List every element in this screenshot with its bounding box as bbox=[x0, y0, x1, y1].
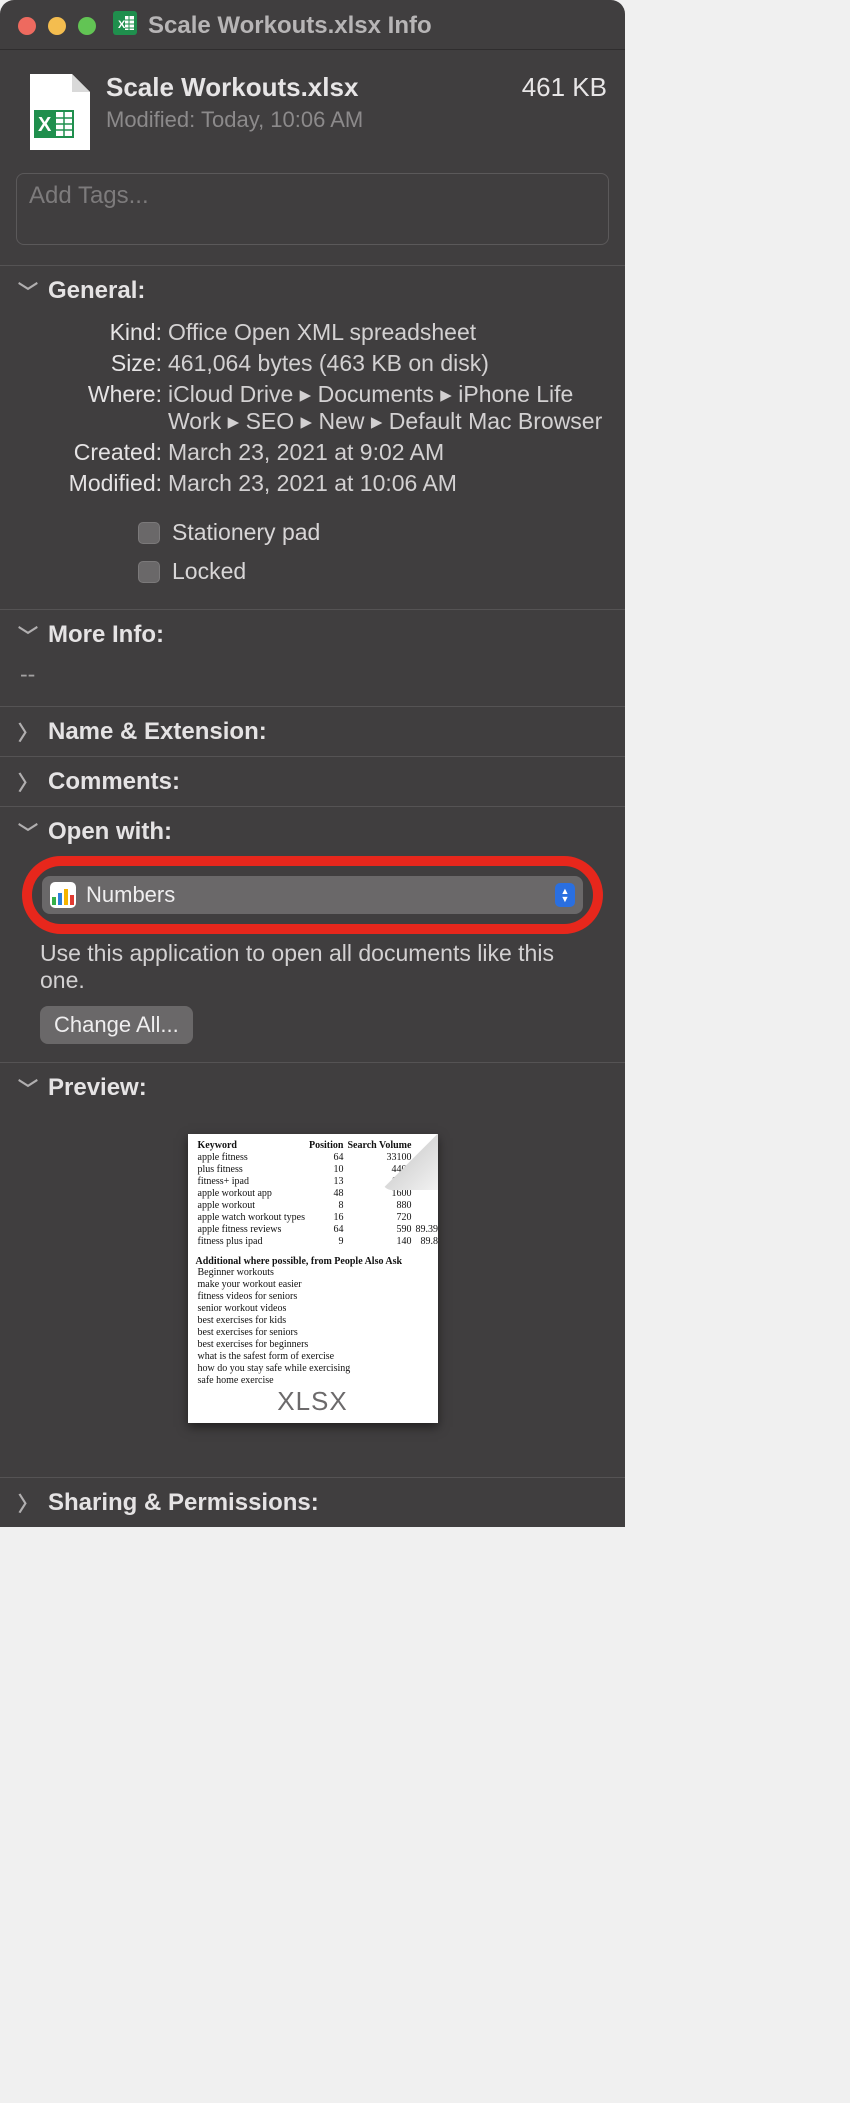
annotation-highlight: Numbers ▲▼ bbox=[22, 856, 603, 934]
minimize-window-button[interactable] bbox=[48, 17, 66, 35]
page-fold-icon bbox=[382, 1134, 438, 1190]
section-open-with: ﹀ Open with: Numbers ▲▼ Use this applica… bbox=[0, 806, 625, 1062]
locked-checkbox[interactable] bbox=[138, 561, 160, 583]
file-type-icon: X bbox=[28, 72, 92, 157]
section-more-info: ﹀ More Info: -- bbox=[0, 609, 625, 706]
section-sharing-permissions-title: Sharing & Permissions: bbox=[48, 1489, 319, 1517]
chevron-right-icon: 〉 bbox=[18, 717, 36, 746]
preview-col-position: Position bbox=[307, 1140, 345, 1152]
preview-row: make your workout easier bbox=[196, 1279, 430, 1291]
preview-row: Beginner workouts bbox=[196, 1267, 430, 1279]
section-general-title: General: bbox=[48, 277, 145, 305]
kind-label: Kind: bbox=[18, 319, 168, 346]
chevron-down-icon: ﹀ bbox=[18, 1073, 36, 1102]
preview-row: best exercises for beginners bbox=[196, 1339, 430, 1351]
preview-row: senior workout videos bbox=[196, 1303, 430, 1315]
section-open-with-title: Open with: bbox=[48, 818, 172, 846]
preview-row: fitness videos for seniors bbox=[196, 1291, 430, 1303]
section-comments-title: Comments: bbox=[48, 768, 180, 796]
preview-section2-title: Additional where possible, from People A… bbox=[196, 1248, 430, 1267]
preview-thumbnail: Keyword Position Search Volume apple fit… bbox=[188, 1134, 438, 1423]
where-label: Where: bbox=[18, 381, 168, 435]
preview-row: apple workout8880 bbox=[196, 1200, 440, 1212]
stationery-pad-checkbox[interactable] bbox=[138, 522, 160, 544]
change-all-button[interactable]: Change All... bbox=[40, 1006, 193, 1044]
chevron-down-icon: ﹀ bbox=[18, 620, 36, 649]
section-sharing-permissions: 〉 Sharing & Permissions: bbox=[0, 1477, 625, 1527]
modified-value: Today, 10:06 AM bbox=[201, 107, 363, 132]
section-name-extension-header[interactable]: 〉 Name & Extension: bbox=[0, 707, 625, 756]
gmodified-value: March 23, 2021 at 10:06 AM bbox=[168, 470, 607, 497]
more-info-body: -- bbox=[0, 659, 625, 706]
preview-col-keyword: Keyword bbox=[196, 1140, 307, 1152]
open-with-app-select[interactable]: Numbers ▲▼ bbox=[42, 876, 583, 914]
section-preview-header[interactable]: ﹀ Preview: bbox=[0, 1063, 625, 1112]
preview-row: apple watch workout types16720 bbox=[196, 1212, 440, 1224]
created-label: Created: bbox=[18, 439, 168, 466]
window-title: Scale Workouts.xlsx Info bbox=[148, 12, 432, 40]
preview-row: what is the safest form of exercise bbox=[196, 1351, 430, 1363]
zoom-window-button[interactable] bbox=[78, 17, 96, 35]
svg-text:X: X bbox=[38, 114, 52, 136]
section-general: ﹀ General: Kind:Office Open XML spreadsh… bbox=[0, 265, 625, 609]
section-name-extension: 〉 Name & Extension: bbox=[0, 706, 625, 756]
section-name-extension-title: Name & Extension: bbox=[48, 718, 267, 746]
where-value: iCloud Drive ▸ Documents ▸ iPhone Life W… bbox=[168, 381, 607, 435]
section-comments-header[interactable]: 〉 Comments: bbox=[0, 757, 625, 806]
created-value: March 23, 2021 at 9:02 AM bbox=[168, 439, 607, 466]
section-comments: 〉 Comments: bbox=[0, 756, 625, 806]
preview-extension-label: XLSX bbox=[188, 1386, 438, 1417]
section-general-header[interactable]: ﹀ General: bbox=[0, 266, 625, 315]
window-controls bbox=[18, 17, 96, 35]
file-header: X Scale Workouts.xlsx Modified: Today, 1… bbox=[0, 50, 625, 169]
file-modified-line: Modified: Today, 10:06 AM bbox=[106, 107, 522, 133]
titlebar-file-icon: X bbox=[112, 10, 138, 41]
section-open-with-header[interactable]: ﹀ Open with: bbox=[0, 807, 625, 856]
chevron-right-icon: 〉 bbox=[18, 767, 36, 796]
section-preview-title: Preview: bbox=[48, 1074, 147, 1102]
chevron-down-icon: ﹀ bbox=[18, 817, 36, 846]
section-preview: ﹀ Preview: Keyword Position Search Volum… bbox=[0, 1062, 625, 1477]
section-more-info-header[interactable]: ﹀ More Info: bbox=[0, 610, 625, 659]
tags-placeholder: Add Tags... bbox=[29, 182, 149, 209]
open-with-app-name: Numbers bbox=[86, 882, 175, 908]
file-name: Scale Workouts.xlsx bbox=[106, 72, 522, 103]
close-window-button[interactable] bbox=[18, 17, 36, 35]
section-sharing-permissions-header[interactable]: 〉 Sharing & Permissions: bbox=[0, 1478, 625, 1527]
section-more-info-title: More Info: bbox=[48, 621, 164, 649]
numbers-app-icon bbox=[50, 882, 76, 908]
preview-row: best exercises for kids bbox=[196, 1315, 430, 1327]
size-value: 461,064 bytes (463 KB on disk) bbox=[168, 350, 607, 377]
locked-label: Locked bbox=[172, 558, 246, 585]
open-with-help-text: Use this application to open all documen… bbox=[0, 940, 625, 1006]
chevron-down-icon: ﹀ bbox=[18, 276, 36, 305]
svg-text:X: X bbox=[118, 19, 126, 31]
size-label: Size: bbox=[18, 350, 168, 377]
modified-label: Modified: bbox=[106, 107, 195, 132]
gmodified-label: Modified: bbox=[18, 470, 168, 497]
preview-row: best exercises for seniors bbox=[196, 1327, 430, 1339]
preview-row: how do you stay safe while exercising bbox=[196, 1363, 430, 1375]
kind-value: Office Open XML spreadsheet bbox=[168, 319, 607, 346]
chevron-right-icon: 〉 bbox=[18, 1488, 36, 1517]
get-info-window: X Scale Workouts.xlsx Info X bbox=[0, 0, 625, 1527]
dropdown-stepper-icon: ▲▼ bbox=[555, 883, 575, 907]
titlebar: X Scale Workouts.xlsx Info bbox=[0, 0, 625, 50]
stationery-pad-label: Stationery pad bbox=[172, 519, 320, 546]
preview-row: fitness plus ipad914089.8 bbox=[196, 1236, 440, 1248]
preview-row: apple fitness reviews6459089.39 bbox=[196, 1224, 440, 1236]
file-size: 461 KB bbox=[522, 72, 607, 103]
tags-input[interactable]: Add Tags... bbox=[16, 173, 609, 245]
